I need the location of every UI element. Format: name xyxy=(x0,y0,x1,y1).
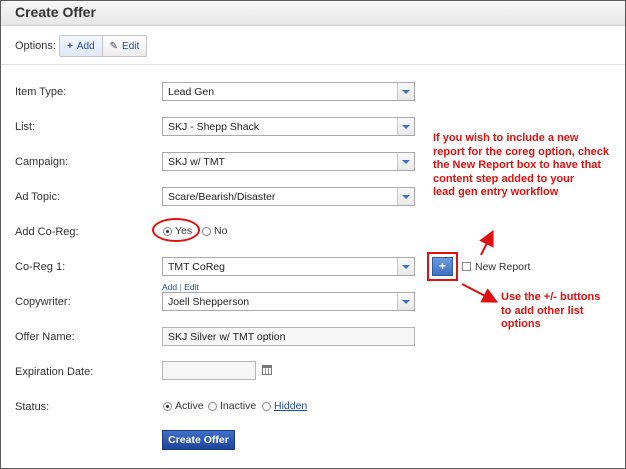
annotation-arrows xyxy=(461,229,499,303)
create-offer-panel: Create Offer Options: + Add ✎ Edit Item … xyxy=(0,0,626,469)
arrow-to-new-report xyxy=(479,229,494,256)
arrow-from-plus-button xyxy=(461,283,499,303)
